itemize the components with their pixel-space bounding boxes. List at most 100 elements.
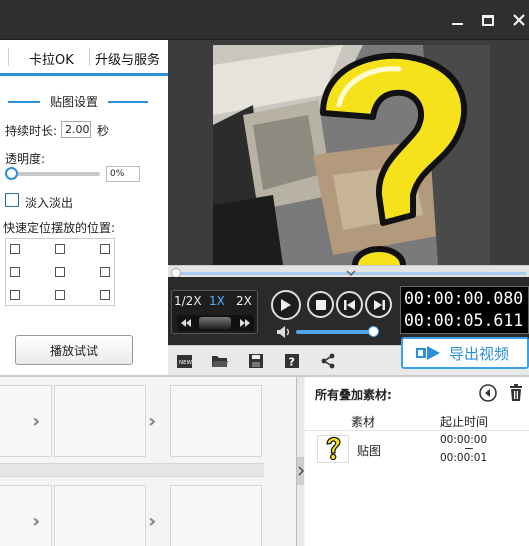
back-icon[interactable]	[479, 384, 497, 402]
speed-jog-dial[interactable]	[177, 315, 254, 331]
position-middle-right[interactable]	[100, 267, 110, 277]
share-button[interactable]	[318, 351, 338, 371]
tab-separator	[8, 48, 9, 66]
position-top-left[interactable]	[10, 244, 20, 254]
fade-checkbox[interactable]	[5, 193, 19, 207]
delete-icon[interactable]	[508, 384, 524, 402]
clip-slot[interactable]	[170, 385, 262, 457]
position-label: 快速定位摆放的位置:	[3, 221, 116, 235]
column-material: 素材	[351, 415, 376, 429]
close-icon	[513, 14, 525, 26]
export-icon	[416, 346, 440, 360]
export-video-label: 导出视频	[449, 344, 510, 363]
tab-upgrade-service[interactable]: 升级与服务	[95, 49, 160, 68]
playback-progress-bar[interactable]	[168, 265, 529, 278]
chevron-right-icon: ››	[32, 511, 42, 532]
speed-half[interactable]: 1/2X	[174, 294, 202, 308]
video-frame[interactable]	[213, 45, 490, 265]
clip-slot[interactable]	[170, 485, 262, 546]
svg-text:NEW: NEW	[179, 360, 193, 366]
opacity-value[interactable]: 0%	[106, 166, 140, 182]
material-start-time: 00:00:00	[440, 434, 488, 446]
close-button[interactable]	[509, 10, 529, 30]
chevron-right-icon: ››	[32, 411, 42, 432]
chevron-right-icon: ››	[148, 411, 158, 432]
new-icon: NEW	[176, 354, 193, 368]
speed-normal[interactable]: 1X	[209, 294, 225, 308]
help-button[interactable]: ?	[282, 351, 302, 371]
panel-splitter[interactable]	[296, 377, 304, 546]
track-divider	[0, 463, 264, 477]
help-icon: ?	[285, 354, 299, 369]
maximize-icon	[482, 14, 494, 26]
collapse-panel-button[interactable]	[297, 457, 304, 485]
volume-icon[interactable]	[276, 325, 292, 339]
next-frame-icon	[373, 299, 385, 310]
share-icon	[321, 353, 335, 369]
save-icon	[249, 354, 263, 368]
player-controls: 1/2X 1X 2X 00:00:00.080 00:00:05.611	[168, 277, 529, 345]
opacity-slider[interactable]	[8, 172, 100, 176]
svg-text:?: ?	[289, 356, 295, 369]
material-end-time: 00:00:01	[440, 452, 488, 464]
stop-button[interactable]	[307, 291, 334, 318]
clip-slot[interactable]	[54, 385, 146, 457]
speed-double[interactable]: 2X	[236, 294, 252, 308]
section-rule	[108, 101, 148, 103]
fast-forward-icon[interactable]	[239, 318, 251, 328]
materials-title: 所有叠加素材:	[315, 388, 392, 402]
sticker-settings-panel: 贴图设置 持续时长: 2.00 秒 透明度: 0% 淡入淡出 快速定位摆放的位置…	[0, 76, 168, 372]
column-time-range: 起止时间	[440, 415, 489, 429]
position-middle-left[interactable]	[10, 267, 20, 277]
total-time: 00:00:05.611	[404, 311, 524, 330]
new-button[interactable]: NEW	[174, 351, 194, 371]
position-center[interactable]	[55, 267, 65, 277]
position-top-right[interactable]	[100, 244, 110, 254]
jog-wheel[interactable]	[199, 317, 231, 329]
section-title: 贴图设置	[50, 95, 99, 109]
opacity-label: 透明度:	[5, 152, 46, 166]
opacity-slider-handle[interactable]	[5, 167, 18, 180]
preview-play-button[interactable]: 播放试试	[15, 335, 133, 365]
duration-label: 持续时长:	[5, 124, 58, 138]
duration-unit: 秒	[97, 124, 110, 138]
speed-selector: 1/2X 1X 2X	[171, 290, 258, 334]
save-button[interactable]	[246, 351, 266, 371]
volume-slider[interactable]	[296, 330, 372, 334]
minimize-button[interactable]	[447, 10, 467, 30]
open-button[interactable]	[210, 351, 230, 371]
open-folder-icon	[212, 356, 228, 367]
collapse-arrow-icon[interactable]	[346, 270, 356, 276]
position-bottom-center[interactable]	[55, 290, 65, 300]
fade-label: 淡入淡出	[25, 196, 74, 210]
position-top-center[interactable]	[55, 244, 65, 254]
volume-handle[interactable]	[368, 326, 379, 337]
timeline-area: ›› ›› ›› ›› 所有叠加素材: 素材 起止时间 贴图 00:00:00 …	[0, 375, 529, 546]
clip-slot[interactable]	[0, 485, 52, 546]
rewind-icon[interactable]	[180, 318, 192, 328]
question-mark-icon	[326, 436, 341, 461]
play-button[interactable]	[271, 290, 301, 320]
chevron-right-icon: ››	[148, 511, 158, 532]
previous-frame-icon	[343, 299, 355, 310]
maximize-button[interactable]	[478, 10, 498, 30]
materials-columns: 素材 起止时间	[305, 409, 529, 431]
material-row[interactable]: 贴图 00:00:00 00:00:01	[305, 431, 529, 467]
duration-input[interactable]: 2.00	[61, 121, 91, 138]
clip-slot[interactable]	[54, 485, 146, 546]
previous-frame-button[interactable]	[336, 291, 363, 318]
sticker-thumbnail	[317, 435, 349, 463]
tab-karaoke[interactable]: 卡拉OK	[29, 49, 74, 68]
clip-slot[interactable]	[0, 385, 52, 457]
time-range-dash	[465, 448, 473, 449]
materials-header: 所有叠加素材:	[305, 377, 529, 409]
section-header: 贴图设置	[8, 94, 156, 109]
position-bottom-right[interactable]	[100, 290, 110, 300]
material-name: 贴图	[357, 444, 382, 458]
current-time: 00:00:00.080	[404, 289, 524, 308]
export-video-button[interactable]: 导出视频	[401, 337, 529, 369]
position-bottom-left[interactable]	[10, 290, 20, 300]
video-frame-image	[213, 45, 490, 265]
next-frame-button[interactable]	[365, 291, 392, 318]
section-rule	[8, 101, 40, 103]
